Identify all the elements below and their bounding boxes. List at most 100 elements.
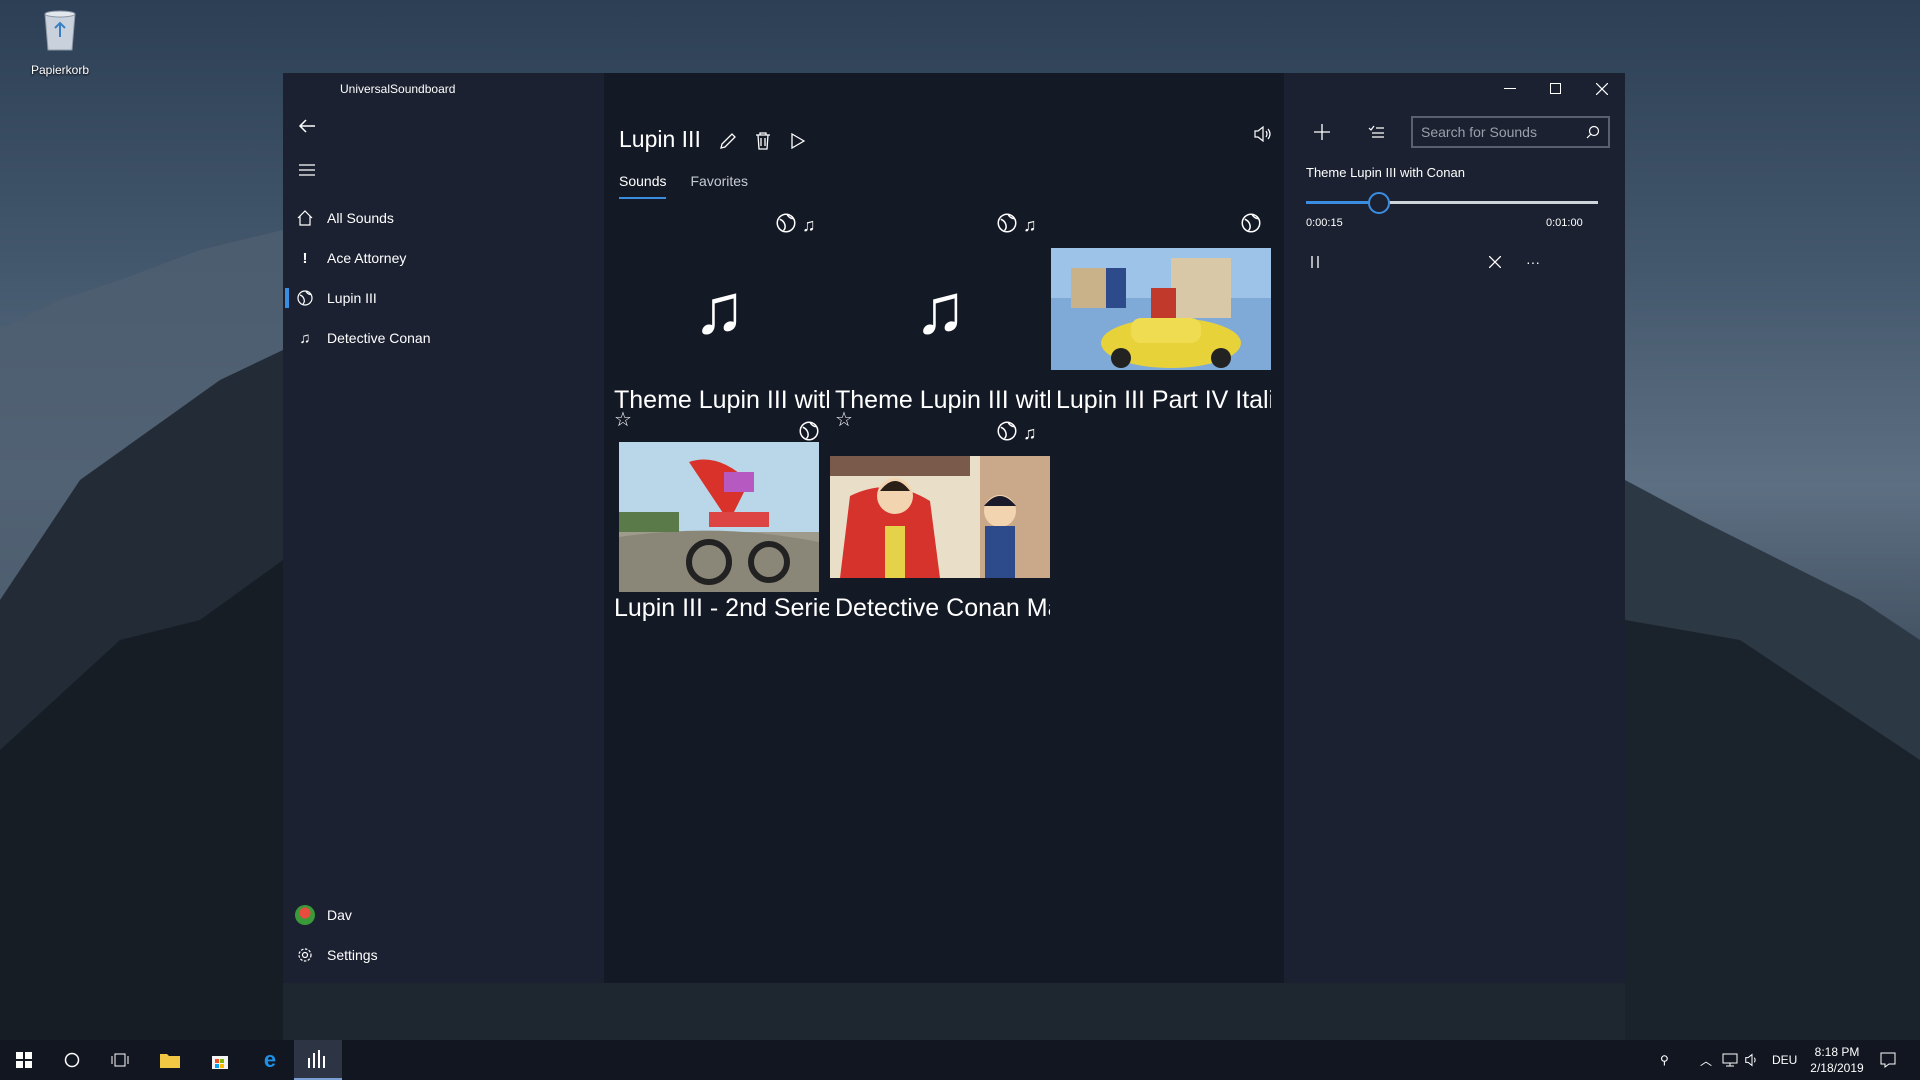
- music-note-icon: ♫: [1023, 422, 1037, 443]
- remove-player-button[interactable]: [1480, 247, 1510, 277]
- sidebar-item-user[interactable]: Dav: [283, 895, 604, 935]
- minimize-icon: [1504, 88, 1516, 89]
- more-options-button[interactable]: ···: [1518, 247, 1548, 277]
- network-icon-button[interactable]: [1722, 1040, 1738, 1080]
- recycle-bin-icon: [44, 10, 76, 51]
- music-note-icon: ♫: [692, 270, 746, 348]
- recycle-bin-shortcut[interactable]: Papierkorb: [22, 8, 98, 79]
- store-bag-icon: [212, 1056, 228, 1069]
- pause-icon: [1311, 256, 1319, 268]
- action-center-button[interactable]: [1880, 1040, 1896, 1080]
- music-note-icon: ♫: [1023, 214, 1037, 235]
- sidebar-item-lupin-iii[interactable]: Lupin III: [283, 278, 604, 318]
- delete-category-button[interactable]: [749, 125, 777, 157]
- search-taskbar-button[interactable]: [48, 1040, 96, 1080]
- settings-label: Settings: [327, 947, 378, 963]
- sidebar-item-ace-attorney[interactable]: ! Ace Attorney: [283, 238, 604, 278]
- sidebar-item-all-sounds[interactable]: All Sounds: [283, 198, 604, 238]
- user-name: Dav: [327, 907, 352, 923]
- sound-image: [614, 442, 824, 592]
- file-explorer-button[interactable]: [146, 1040, 194, 1080]
- close-icon: [1489, 256, 1501, 268]
- lupin-part-iv-artwork: [1051, 248, 1271, 370]
- pencil-icon: [720, 133, 736, 149]
- sidebar-item-detective-conan[interactable]: ♫ Detective Conan: [283, 318, 604, 358]
- tab-favorites[interactable]: Favorites: [690, 173, 748, 199]
- globe-icon: [997, 213, 1017, 238]
- start-button[interactable]: [0, 1040, 48, 1080]
- pause-button[interactable]: [1300, 247, 1330, 277]
- people-button[interactable]: ⚲: [1660, 1040, 1669, 1080]
- gear-icon: [283, 947, 327, 963]
- clock-time: 8:18 PM: [1814, 1045, 1860, 1059]
- sidebar-item-label: Lupin III: [327, 290, 377, 306]
- network-icon: [1722, 1053, 1738, 1067]
- search-icon[interactable]: [1586, 125, 1600, 139]
- sidebar-item-label: Ace Attorney: [327, 250, 407, 266]
- taskbar: e ⚲ ︿ DEU 8:18 PM 2/18/2019: [0, 1040, 1920, 1080]
- store-button[interactable]: [196, 1040, 244, 1080]
- globe-icon: [997, 421, 1017, 446]
- chevron-up-icon: ︿: [1700, 1053, 1713, 1068]
- exclamation-icon: !: [302, 249, 308, 267]
- edit-category-button[interactable]: [714, 125, 742, 157]
- sound-tile[interactable]: ♫ ♫ Theme Lupin III with Conan ☆: [830, 213, 1050, 430]
- sound-tile[interactable]: Lupin III - 2nd Series: [609, 421, 829, 630]
- page-title: Lupin III: [619, 126, 701, 152]
- player-pane: Search for Sounds Theme Lupin III with C…: [1284, 73, 1625, 983]
- show-hidden-icons-button[interactable]: ︿: [1700, 1040, 1712, 1080]
- volume-button[interactable]: [1250, 121, 1276, 147]
- sidebar-item-settings[interactable]: Settings: [283, 935, 604, 975]
- edge-browser-button[interactable]: e: [246, 1040, 294, 1080]
- search-input[interactable]: Search for Sounds: [1411, 116, 1610, 148]
- play-all-button[interactable]: [784, 125, 812, 157]
- close-button[interactable]: [1579, 73, 1625, 105]
- sound-tile[interactable]: ♫ Detective Conan Magic File: [830, 421, 1050, 630]
- task-view-button[interactable]: [96, 1040, 144, 1080]
- edge-icon: e: [263, 1047, 277, 1072]
- home-icon: [283, 210, 327, 226]
- current-time: 0:00:15: [1306, 217, 1343, 229]
- windows-logo-icon: [16, 1052, 32, 1068]
- play-icon: [791, 133, 805, 149]
- back-arrow-icon: [298, 119, 315, 133]
- checklist-icon: [1368, 125, 1384, 138]
- maximize-icon: [1550, 83, 1561, 94]
- sound-name: Detective Conan Magic File: [835, 594, 1050, 622]
- sound-image: [1051, 248, 1271, 370]
- app-title: UniversalSoundboard: [340, 82, 456, 96]
- sound-image-placeholder: ♫: [609, 248, 829, 370]
- tab-sounds[interactable]: Sounds: [619, 173, 667, 199]
- input-language[interactable]: DEU: [1772, 1040, 1797, 1080]
- detective-conan-artwork: [830, 456, 1050, 578]
- more-icon: ···: [1526, 254, 1540, 270]
- people-icon: ⚲: [1660, 1053, 1669, 1067]
- volume-tray-button[interactable]: [1745, 1040, 1759, 1080]
- sound-tile[interactable]: Lupin III Part IV Italian: [1051, 213, 1271, 422]
- clock-date: 2/18/2019: [1810, 1061, 1864, 1075]
- sidebar: UniversalSoundboard All Sounds ! Ace Att…: [283, 73, 604, 983]
- hamburger-menu-button[interactable]: [289, 155, 325, 185]
- soundboard-bars-icon: [308, 1050, 325, 1068]
- minimize-button[interactable]: [1487, 73, 1533, 105]
- recycle-bin-label: Papierkorb: [30, 63, 90, 77]
- trash-icon: [756, 132, 770, 150]
- progress-thumb[interactable]: [1368, 192, 1390, 214]
- cortana-circle-icon: [64, 1052, 80, 1068]
- universalsoundboard-taskbar-button[interactable]: [294, 1040, 342, 1080]
- close-icon: [1596, 83, 1608, 95]
- add-sound-button[interactable]: [1306, 116, 1338, 148]
- globe-icon: [283, 290, 327, 306]
- taskbar-clock[interactable]: 8:18 PM 2/18/2019: [1800, 1044, 1874, 1076]
- globe-icon: [776, 213, 796, 238]
- maximize-button[interactable]: [1533, 73, 1579, 105]
- app-window: UniversalSoundboard All Sounds ! Ace Att…: [283, 73, 1625, 983]
- sidebar-item-label: All Sounds: [327, 210, 394, 226]
- multi-select-button[interactable]: [1360, 116, 1392, 148]
- sound-name: Theme Lupin III with Conan: [835, 386, 1050, 414]
- sound-tile[interactable]: ♫ ♫ Theme Lupin III with Conan ☆: [609, 213, 829, 430]
- progress-slider[interactable]: [1306, 201, 1598, 204]
- sound-image-placeholder: ♫: [830, 248, 1050, 370]
- music-note-icon: ♫: [299, 329, 311, 347]
- back-button[interactable]: [289, 111, 325, 141]
